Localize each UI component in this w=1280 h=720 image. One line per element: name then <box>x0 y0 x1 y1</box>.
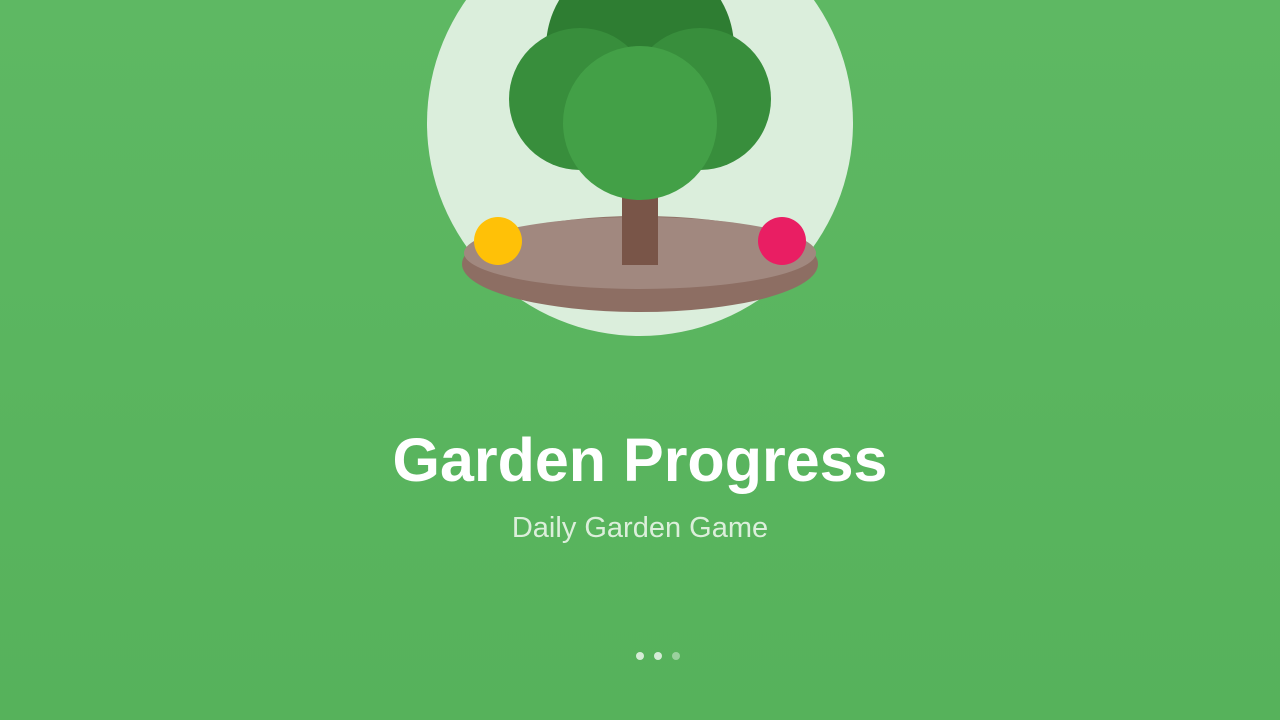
page-dot-1[interactable] <box>636 652 644 660</box>
splash-screen: Garden Progress Daily Garden Game <box>0 0 1280 720</box>
game-title: Garden Progress <box>392 426 888 494</box>
page-indicator <box>636 652 680 660</box>
game-subtitle: Daily Garden Game <box>511 512 769 544</box>
garden-illustration <box>427 0 853 336</box>
page-dot-2[interactable] <box>654 652 662 660</box>
yellow-flower-icon <box>474 217 522 265</box>
pink-flower-icon <box>758 217 806 265</box>
page-dot-3[interactable] <box>672 652 680 660</box>
